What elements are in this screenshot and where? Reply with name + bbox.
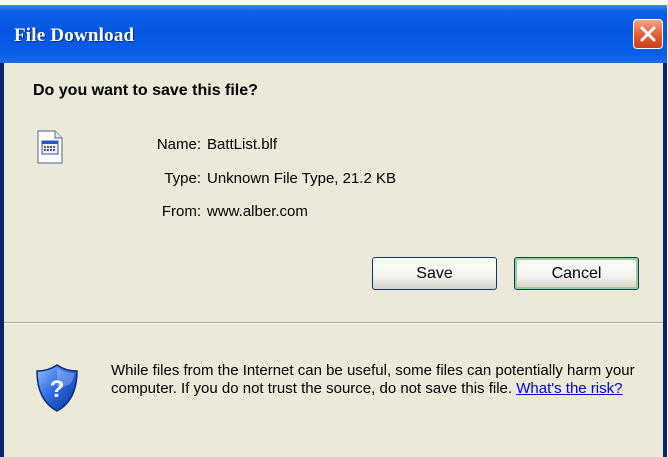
cancel-button[interactable]: Cancel — [514, 257, 639, 290]
svg-text:?: ? — [50, 376, 65, 403]
save-button[interactable]: Save — [372, 257, 497, 290]
from-value: www.alber.com — [207, 203, 308, 220]
dialog-body: Do you want to save this file? Name: Bat… — [4, 63, 663, 457]
type-value: Unknown File Type, 21.2 KB — [207, 170, 396, 187]
divider — [4, 322, 663, 324]
name-value: BattList.blf — [207, 136, 278, 153]
close-icon — [640, 26, 656, 42]
title-bar[interactable]: File Download — [0, 5, 667, 63]
security-warning: While files from the Internet can be use… — [111, 362, 651, 398]
window-title: File Download — [14, 25, 135, 46]
save-question: Do you want to save this file? — [33, 82, 258, 99]
type-label: Type: — [164, 170, 201, 187]
shield-question-icon: ? — [34, 363, 80, 418]
name-label: Name: — [156, 136, 201, 153]
from-label: From: — [161, 203, 201, 220]
close-button[interactable] — [633, 19, 663, 49]
whats-the-risk-link[interactable]: What's the risk? — [516, 380, 622, 397]
document-icon — [37, 130, 63, 169]
